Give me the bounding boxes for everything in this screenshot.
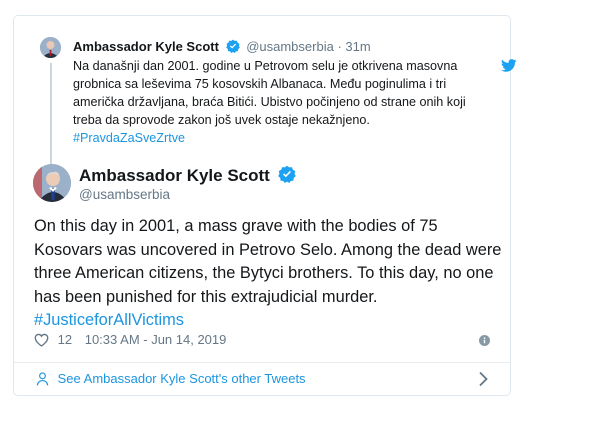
parent-tweet-time[interactable]: 31m bbox=[345, 39, 370, 54]
parent-author-name[interactable]: Ambassador Kyle Scott bbox=[73, 39, 219, 54]
tweet-text: On this day in 2001, a mass grave with t… bbox=[34, 215, 504, 333]
author-name-text[interactable]: Ambassador Kyle Scott bbox=[79, 166, 270, 185]
separator-dot: · bbox=[337, 39, 342, 54]
verified-badge-icon bbox=[277, 165, 296, 188]
heart-icon[interactable] bbox=[34, 333, 49, 350]
avatar[interactable] bbox=[33, 164, 71, 202]
tweet-body: On this day in 2001, a mass grave with t… bbox=[34, 217, 502, 306]
parent-tweet-body: Na današnji dan 2001. godine u Petrovom … bbox=[73, 59, 466, 127]
embedded-tweet-card: Ambassador Kyle Scott @usambserbia · 31m… bbox=[13, 15, 517, 396]
person-icon bbox=[36, 372, 49, 389]
author-name[interactable]: Ambassador Kyle Scott bbox=[79, 165, 299, 188]
other-tweets-link[interactable]: See Ambassador Kyle Scott's other Tweets bbox=[36, 371, 306, 389]
avatar[interactable] bbox=[40, 37, 61, 58]
parent-author-handle[interactable]: @usambserbia bbox=[246, 39, 334, 54]
author-handle[interactable]: @usambserbia bbox=[79, 187, 170, 202]
divider bbox=[14, 362, 510, 363]
parent-tweet-header: Ambassador Kyle Scott @usambserbia · 31m bbox=[73, 39, 371, 56]
like-count[interactable]: 12 bbox=[58, 332, 72, 347]
hashtag-link[interactable]: #JusticeforAllVictims bbox=[34, 311, 184, 329]
verified-badge-icon bbox=[225, 39, 240, 56]
twitter-bird-icon[interactable] bbox=[501, 59, 517, 77]
tweet-meta: 12 10:33 AM - Jun 14, 2019 bbox=[34, 332, 226, 350]
info-icon[interactable] bbox=[479, 333, 490, 351]
parent-tweet-text: Na današnji dan 2001. godine u Petrovom … bbox=[73, 57, 468, 147]
parent-hashtag-link[interactable]: #PravdaZaSveZrtve bbox=[73, 131, 185, 145]
tweet-timestamp[interactable]: 10:33 AM - Jun 14, 2019 bbox=[85, 332, 227, 347]
chevron-right-icon[interactable] bbox=[478, 371, 488, 392]
other-tweets-link-text[interactable]: See Ambassador Kyle Scott's other Tweets bbox=[58, 371, 306, 386]
